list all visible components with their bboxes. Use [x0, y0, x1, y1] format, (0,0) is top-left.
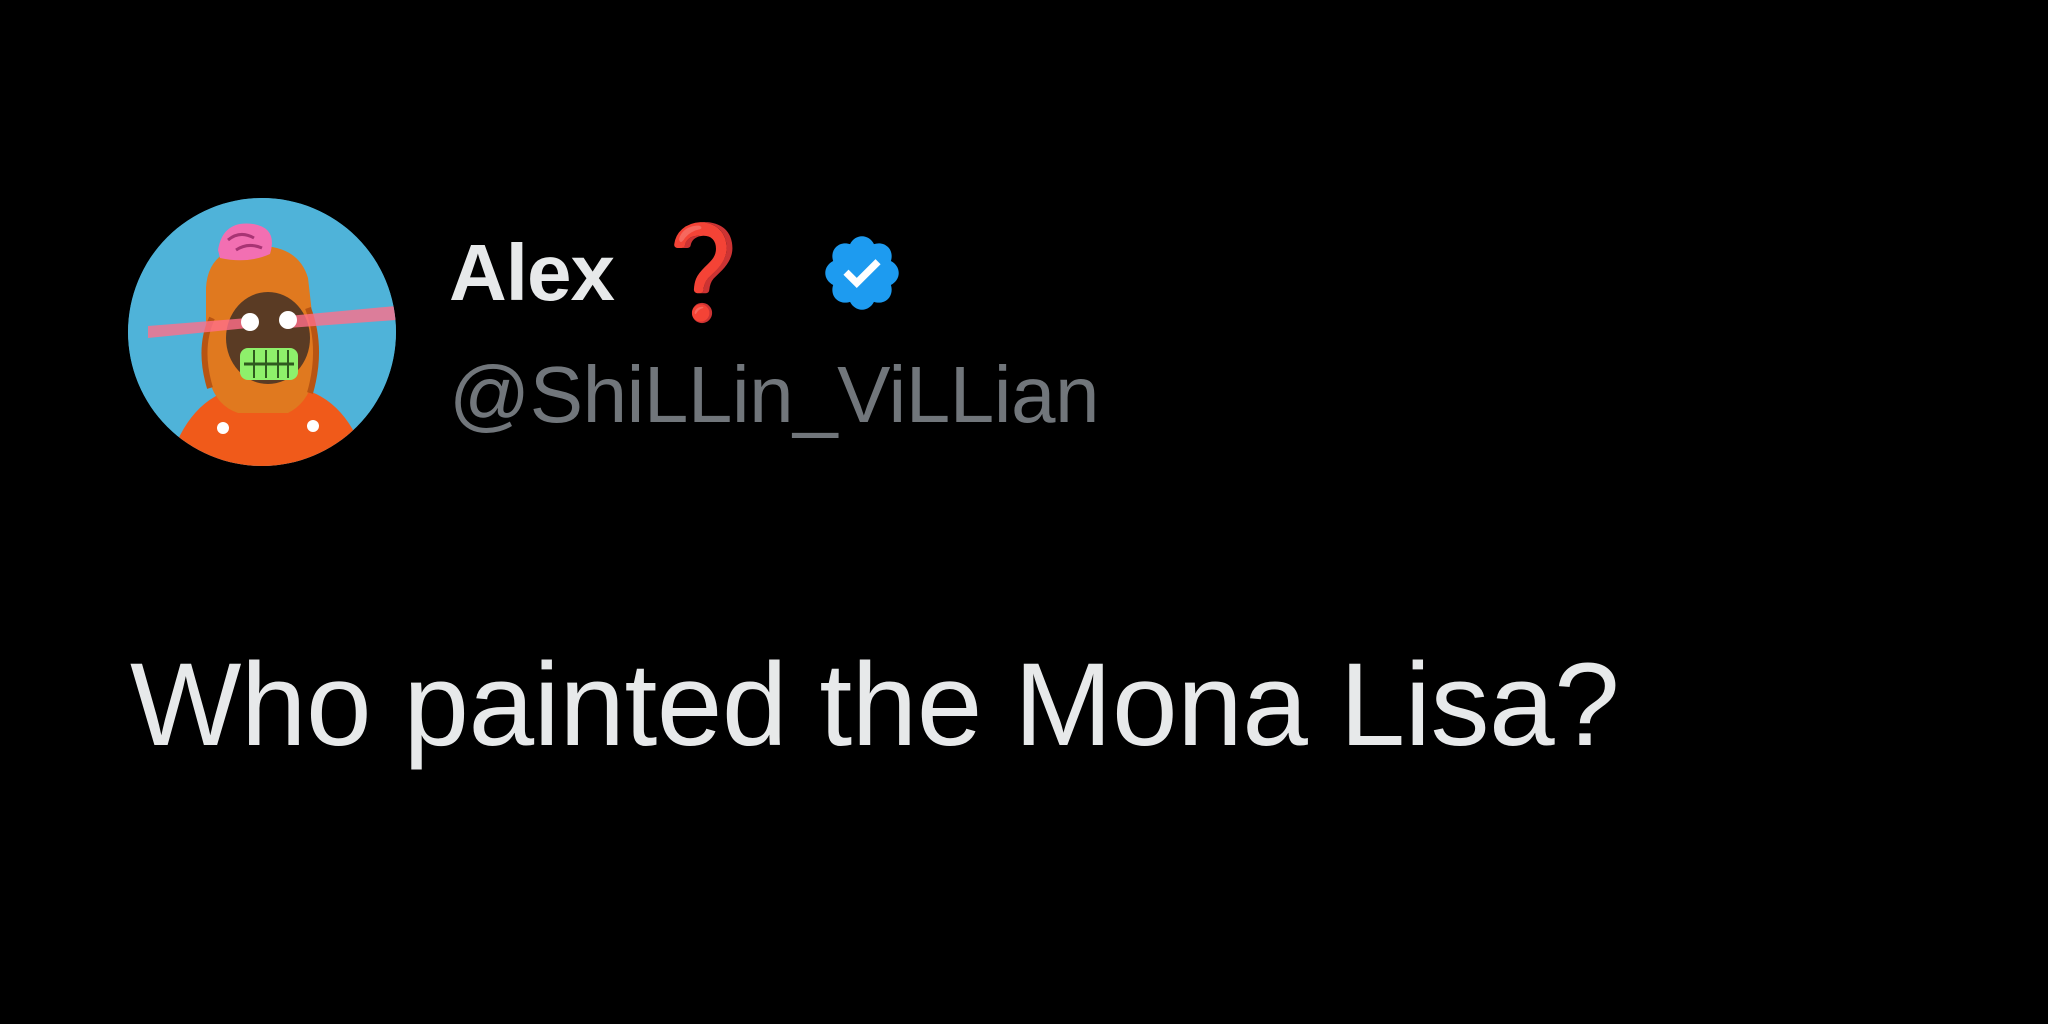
author-display-name[interactable]: Alex	[449, 228, 615, 318]
avatar[interactable]	[128, 198, 396, 466]
author-display-name-row[interactable]: Alex ❓	[449, 222, 905, 324]
tweet-text: Who painted the Mona Lisa?	[130, 639, 1620, 771]
verified-badge-icon	[824, 236, 899, 310]
tweet-card: Alex ❓ @ShiLLin_ViLLian Who painted the …	[0, 0, 2048, 1024]
question-mark-emoji: ❓	[645, 222, 761, 324]
ape-avatar-image	[128, 198, 396, 466]
author-handle[interactable]: @ShiLLin_ViLLian	[449, 350, 1100, 440]
